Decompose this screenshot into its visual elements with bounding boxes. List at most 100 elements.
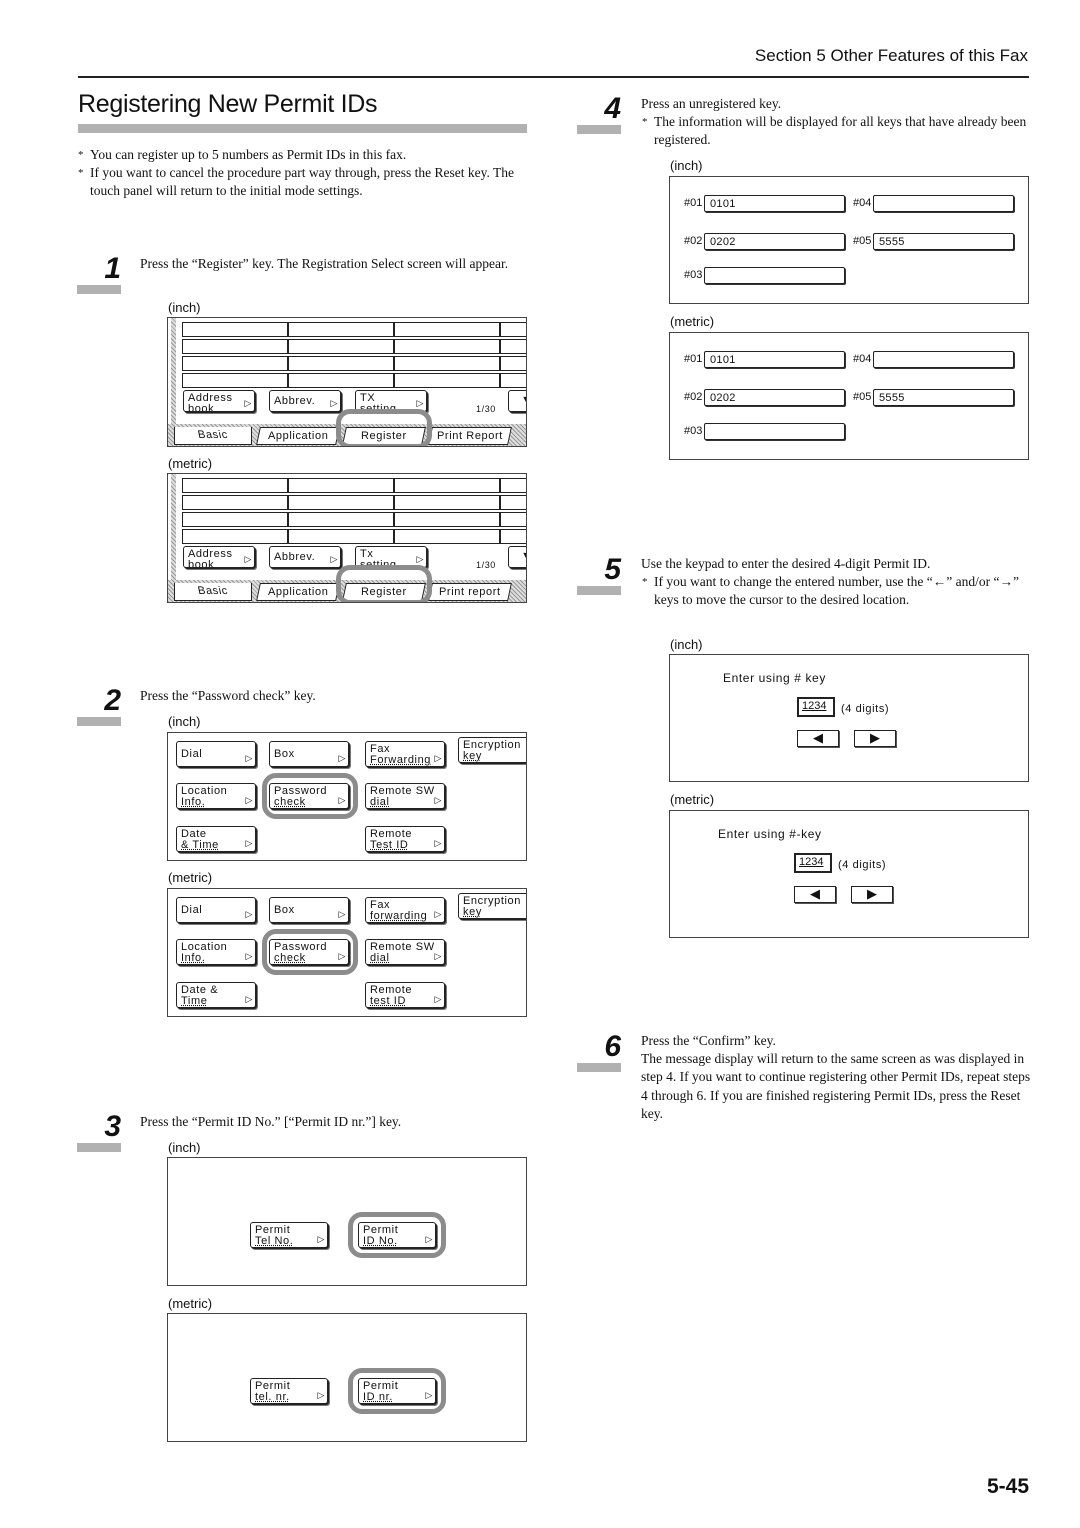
tab-application[interactable]: Application (256, 427, 340, 445)
permit-slot-key[interactable]: 5555 (873, 389, 1014, 406)
button-label-line2: & Time (181, 839, 219, 851)
address-grid-cell[interactable] (288, 373, 394, 388)
permit-slot-label: #03 (684, 269, 703, 281)
chevron-right-icon: ▷ (317, 1390, 325, 1400)
step-3-text: Press the “Permit ID No.” [“Permit ID nr… (140, 1114, 402, 1129)
address-grid-cell[interactable] (288, 339, 394, 354)
encryption-key-button[interactable]: Encryption key (458, 737, 526, 763)
function-button-1[interactable]: Abbrev. ▷ (269, 546, 341, 568)
address-grid-cell[interactable] (500, 529, 526, 544)
address-grid-cell[interactable] (288, 356, 394, 371)
function-button-1[interactable]: Abbrev. ▷ (269, 390, 341, 412)
address-grid-cell[interactable] (288, 495, 394, 510)
remote-sw-dial-button[interactable]: Remote SW dial ▷ (365, 939, 445, 965)
chevron-right-icon: ▷ (338, 909, 346, 919)
step-bar (577, 125, 621, 134)
address-grid-cell[interactable] (182, 529, 288, 544)
scroll-down-button[interactable]: ▼ (508, 546, 526, 568)
address-grid-cell[interactable] (394, 512, 500, 527)
address-grid-cell[interactable] (394, 495, 500, 510)
address-grid-cell[interactable] (182, 512, 288, 527)
permit-slot-key[interactable]: 0202 (704, 389, 845, 406)
permit-slot-key[interactable] (704, 267, 845, 284)
permit-slot-key[interactable]: 5555 (873, 233, 1014, 250)
permit-id-input[interactable]: 1234 (794, 853, 832, 873)
chevron-right-icon: ▷ (330, 554, 338, 564)
address-grid-cell[interactable] (182, 339, 288, 354)
page-indicator: 1/30 (476, 560, 496, 570)
address-grid-cell[interactable] (182, 495, 288, 510)
remote-test-id-button[interactable]: Remote Test ID ▷ (365, 826, 445, 852)
cursor-left-button[interactable]: ◀ (797, 730, 839, 747)
address-grid-cell[interactable] (394, 373, 500, 388)
tab-basic[interactable]: Basic (174, 427, 252, 445)
chevron-right-icon: ▷ (434, 753, 442, 763)
step-4-text: Press an unregistered key. (641, 96, 782, 111)
address-grid-cell[interactable] (500, 512, 526, 527)
address-grid-cell[interactable] (394, 339, 500, 354)
permit-slot-key[interactable] (873, 195, 1014, 212)
date-time-button[interactable]: Date & Time ▷ (176, 826, 256, 852)
address-grid-cell[interactable] (394, 356, 500, 371)
tab-application[interactable]: Application (256, 583, 340, 601)
address-grid-cell[interactable] (182, 322, 288, 337)
permit-tel-no-button[interactable]: Permit Tel No. ▷ (250, 1222, 328, 1248)
remote-test-id-button[interactable]: Remote test ID ▷ (365, 982, 445, 1008)
permit-slot-key[interactable] (873, 351, 1014, 368)
cursor-left-button[interactable]: ◀ (794, 886, 836, 903)
address-grid-cell[interactable] (288, 529, 394, 544)
permit-slot-key[interactable] (704, 423, 845, 440)
permit-id-entry-screen-inch: Enter using # key 1234 (4 digits) ◀ ▶ (669, 654, 1029, 782)
fax-forwarding-button[interactable]: Fax Forwarding ▷ (365, 741, 445, 767)
password-check-screen-inch: Permit Tel No. ▷ Permit ID No. ▷ (167, 1157, 527, 1286)
permit-slot-key[interactable]: 0101 (704, 351, 845, 368)
permit-slot-key[interactable]: 0101 (704, 195, 845, 212)
address-grid-cell[interactable] (394, 529, 500, 544)
address-grid-cell[interactable] (288, 512, 394, 527)
box-button[interactable]: Box ▷ (269, 897, 349, 923)
location-info-button[interactable]: Location Info. ▷ (176, 783, 256, 809)
date-time-button[interactable]: Date & Time ▷ (176, 982, 256, 1008)
tab-label: Application (267, 430, 329, 442)
permit-slot-key[interactable]: 0202 (704, 233, 845, 250)
address-grid-cell[interactable] (182, 478, 288, 493)
chevron-right-icon: ▷ (330, 398, 338, 408)
password-check-screen-metric: Permit tel. nr. ▷ Permit ID nr. ▷ (167, 1313, 527, 1442)
address-grid-cell[interactable] (394, 478, 500, 493)
address-grid-cell[interactable] (500, 373, 526, 388)
function-button-0[interactable]: Address book ▷ (183, 546, 255, 568)
box-button[interactable]: Box ▷ (269, 741, 349, 767)
step-number: 5 (604, 553, 621, 586)
cursor-right-button[interactable]: ▶ (851, 886, 893, 903)
address-grid-cell[interactable] (288, 478, 394, 493)
address-grid-cell[interactable] (182, 373, 288, 388)
dial-button[interactable]: Dial ▷ (176, 897, 256, 923)
address-grid-cell[interactable] (394, 322, 500, 337)
address-grid-cell[interactable] (288, 322, 394, 337)
address-grid-cell[interactable] (500, 495, 526, 510)
address-grid-cell[interactable] (182, 356, 288, 371)
tab-print-report[interactable]: Print Report (428, 427, 512, 445)
note-bullet: * (642, 576, 648, 588)
button-label-line2: dial (370, 796, 390, 808)
scroll-down-button[interactable]: ▼ (508, 390, 526, 412)
dial-button[interactable]: Dial ▷ (176, 741, 256, 767)
location-info-button[interactable]: Location Info. ▷ (176, 939, 256, 965)
fax-forwarding-button[interactable]: Fax forwarding ▷ (365, 897, 445, 923)
note-text: You can register up to 5 numbers as Perm… (90, 147, 407, 162)
cursor-right-button[interactable]: ▶ (854, 730, 896, 747)
remote-sw-dial-button[interactable]: Remote SW dial ▷ (365, 783, 445, 809)
address-grid-cell[interactable] (500, 478, 526, 493)
arrow-right-icon: ▶ (867, 886, 877, 901)
tab-basic[interactable]: Basic (174, 583, 252, 601)
address-grid-cell[interactable] (500, 339, 526, 354)
tab-print-report[interactable]: Print report (428, 583, 512, 601)
function-button-0[interactable]: Address book ▷ (183, 390, 255, 412)
address-grid-cell[interactable] (500, 322, 526, 337)
highlight-circle (348, 1212, 446, 1258)
address-grid-cell[interactable] (500, 356, 526, 371)
button-label-line2: Time (181, 995, 208, 1007)
encryption-key-button[interactable]: Encryption key (458, 893, 526, 919)
permit-id-input[interactable]: 1234 (797, 697, 835, 717)
permit-tel-no-button[interactable]: Permit tel. nr. ▷ (250, 1378, 328, 1404)
